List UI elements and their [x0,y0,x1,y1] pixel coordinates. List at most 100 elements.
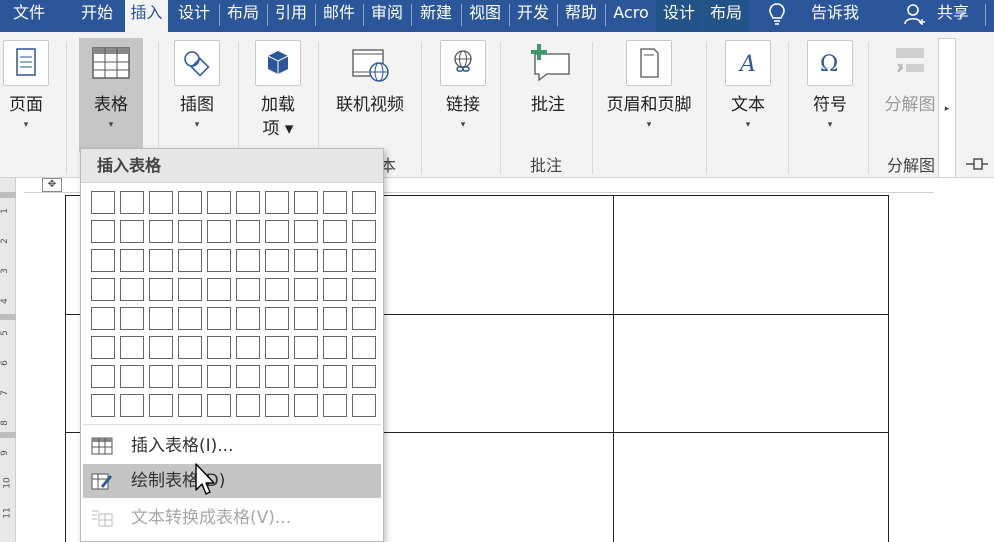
table-grid-cell[interactable] [265,307,289,330]
table-grid-cell[interactable] [352,336,376,359]
table-grid-cell[interactable] [352,365,376,388]
table-grid-cell[interactable] [265,365,289,388]
table-move-handle-icon[interactable]: ✥ [42,178,62,192]
table-grid-cell[interactable] [236,191,260,214]
table-grid-cell[interactable] [265,336,289,359]
table-grid-cell[interactable] [323,220,347,243]
insert-table-menu-item[interactable]: 插入表格(I)... [83,429,381,463]
table-grid-cell[interactable] [236,394,260,417]
table-button[interactable]: 表格 ▾ [79,38,143,152]
symbols-button[interactable]: Ω 符号 ▾ [804,38,856,142]
table-grid-cell[interactable] [178,394,202,417]
table-grid-cell[interactable] [323,336,347,359]
table-grid-cell[interactable] [91,336,115,359]
table-grid-cell[interactable] [149,249,173,272]
text-to-table-menu-item[interactable]: 文本转换成表格(V)... [83,501,381,535]
addins-button[interactable]: 加载 项 ▾ [250,38,306,142]
links-button[interactable]: 链接 ▾ [437,38,489,142]
table-grid-cell[interactable] [178,365,202,388]
table-grid-cell[interactable] [207,220,231,243]
table-grid-cell[interactable] [149,365,173,388]
table-grid-cell[interactable] [236,307,260,330]
table-grid-cell[interactable] [236,249,260,272]
table-grid-cell[interactable] [323,191,347,214]
table-grid-cell[interactable] [265,394,289,417]
tell-me-search[interactable]: 告诉我 [800,0,870,32]
page-button[interactable]: 页面 ▾ [0,38,52,142]
table-grid-cell[interactable] [120,307,144,330]
tab-table-layout[interactable]: 布局 [703,0,749,32]
table-grid-cell[interactable] [294,365,318,388]
table-grid-cell[interactable] [207,394,231,417]
table-grid-cell[interactable] [294,336,318,359]
table-grid-cell[interactable] [352,307,376,330]
table-grid-cell[interactable] [294,249,318,272]
tab-table-design[interactable]: 设计 [656,0,702,32]
table-grid-cell[interactable] [265,249,289,272]
table-grid-cell[interactable] [120,278,144,301]
table-grid-cell[interactable] [294,394,318,417]
table-grid-cell[interactable] [352,394,376,417]
tab-design[interactable]: 设计 [172,0,216,32]
table-grid-cell[interactable] [207,191,231,214]
table-grid-cell[interactable] [120,336,144,359]
table-grid-cell[interactable] [178,307,202,330]
table-grid-cell[interactable] [323,249,347,272]
online-video-button[interactable]: 联机视频 [328,38,412,142]
table-grid-cell[interactable] [294,307,318,330]
table-grid-cell[interactable] [207,249,231,272]
illustrations-button[interactable]: 插图 ▾ [170,38,224,142]
table-grid-cell[interactable] [265,220,289,243]
table-grid-cell[interactable] [91,307,115,330]
table-grid-cell[interactable] [294,191,318,214]
share-button[interactable]: 共享 [928,0,978,32]
table-grid-cell[interactable] [149,191,173,214]
table-grid-cell[interactable] [149,336,173,359]
table-grid-cell[interactable] [120,394,144,417]
table-grid-cell[interactable] [207,278,231,301]
table-grid-cell[interactable] [120,365,144,388]
table-grid-cell[interactable] [120,249,144,272]
tab-review[interactable]: 审阅 [365,0,409,32]
table-grid-cell[interactable] [91,249,115,272]
table-grid-cell[interactable] [323,365,347,388]
ribbon-scroll-right[interactable]: ▸ [938,38,956,178]
draw-table-menu-item[interactable]: 绘制表格(D) [83,464,381,498]
table-grid-cell[interactable] [91,220,115,243]
tab-developer[interactable]: 开发 [511,0,555,32]
table-grid-cell[interactable] [178,191,202,214]
text-button[interactable]: A 文本 ▾ [722,38,774,142]
lightbulb-icon[interactable] [760,0,794,32]
table-grid-cell[interactable] [120,191,144,214]
table-grid-cell[interactable] [236,278,260,301]
table-grid-cell[interactable] [294,220,318,243]
tab-layout[interactable]: 布局 [221,0,265,32]
table-grid-cell[interactable] [120,220,144,243]
user-icon[interactable] [900,0,928,32]
table-grid-cell[interactable] [236,365,260,388]
table-grid-cell[interactable] [352,220,376,243]
tab-view[interactable]: 视图 [463,0,507,32]
table-grid-cell[interactable] [207,336,231,359]
pin-ribbon-icon[interactable] [962,154,990,174]
tab-home[interactable]: 开始 [74,0,120,32]
table-grid-cell[interactable] [236,336,260,359]
table-grid-cell[interactable] [178,278,202,301]
table-grid-cell[interactable] [207,365,231,388]
tab-new[interactable]: 新建 [413,0,459,32]
table-grid-cell[interactable] [178,220,202,243]
split-button[interactable]: 分解图 [880,38,940,142]
table-grid-cell[interactable] [323,307,347,330]
tab-help[interactable]: 帮助 [559,0,603,32]
tab-acrobat[interactable]: Acro [607,0,655,32]
header-footer-button[interactable]: 页眉和页脚 ▾ [600,38,698,142]
table-grid-cell[interactable] [178,336,202,359]
tab-insert[interactable]: 插入 [125,0,168,34]
table-grid-cell[interactable] [178,249,202,272]
table-grid-cell[interactable] [149,278,173,301]
table-grid-cell[interactable] [323,394,347,417]
table-grid-cell[interactable] [265,278,289,301]
table-grid-cell[interactable] [91,365,115,388]
table-grid-cell[interactable] [149,220,173,243]
table-grid-cell[interactable] [294,278,318,301]
